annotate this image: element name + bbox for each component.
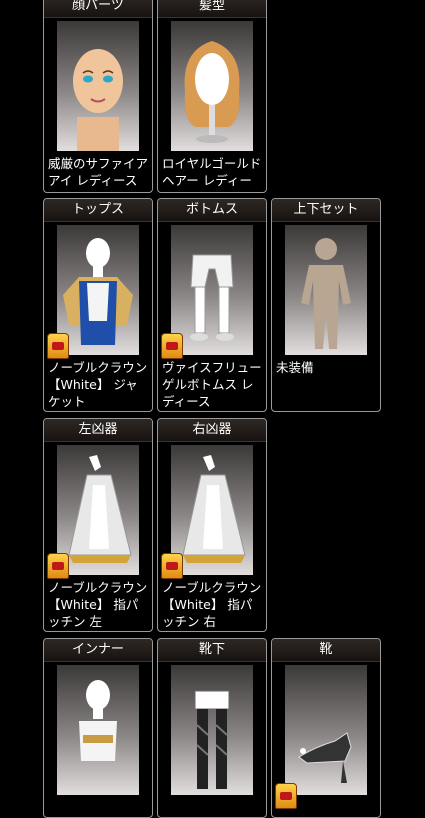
inner-icon bbox=[57, 665, 139, 795]
event-badge-icon bbox=[161, 333, 183, 359]
slot-header: 靴下 bbox=[158, 639, 266, 662]
slot-header: インナー bbox=[44, 639, 152, 662]
slot-card-bottoms[interactable]: ボトムス ヴァイスフリューゲルボトムス レディース bbox=[157, 198, 267, 412]
face-icon bbox=[57, 21, 139, 151]
event-badge-icon bbox=[161, 553, 183, 579]
slot-card-shoes[interactable]: 靴 bbox=[271, 638, 381, 818]
pants-icon bbox=[171, 225, 253, 355]
item-name: ノーブルクラウン 【White】 指パッチン 右 bbox=[162, 580, 262, 629]
slot-header: 上下セット bbox=[272, 199, 380, 222]
slot-header: 顔パーツ bbox=[44, 0, 152, 18]
socks-icon bbox=[171, 665, 253, 795]
slot-card-left-weapon[interactable]: 左凶器 ノーブルクラウン 【White】 指パッチン 左 bbox=[43, 418, 153, 632]
body-silhouette-icon bbox=[285, 225, 367, 355]
slot-card-set[interactable]: 上下セット 未装備 bbox=[271, 198, 381, 412]
slot-header: 右凶器 bbox=[158, 419, 266, 442]
event-badge-icon bbox=[47, 333, 69, 359]
slot-card-face[interactable]: 顔パーツ 威厳のサファイアアイ レディース bbox=[43, 0, 153, 193]
item-name: ノーブルクラウン 【White】 ジャケット bbox=[48, 360, 148, 409]
item-name: ヴァイスフリューゲルボトムス レディース bbox=[162, 360, 262, 409]
slot-header: 靴 bbox=[272, 639, 380, 662]
item-name: 未装備 bbox=[276, 360, 314, 375]
item-name: 威厳のサファイアアイ レディース bbox=[48, 156, 149, 188]
slot-card-hair[interactable]: 髪型 ロイヤルゴールド ヘアー レディース bbox=[157, 0, 267, 193]
slot-card-tops[interactable]: トップス ノーブルクラウン 【White】 ジャケット bbox=[43, 198, 153, 412]
slot-card-right-weapon[interactable]: 右凶器 ノーブルクラウン 【White】 指パッチン 右 bbox=[157, 418, 267, 632]
event-badge-icon bbox=[275, 783, 297, 809]
hair-icon bbox=[171, 21, 253, 151]
slot-header: トップス bbox=[44, 199, 152, 222]
left-weapon-icon bbox=[57, 445, 139, 575]
shoes-icon bbox=[285, 665, 367, 795]
right-weapon-icon bbox=[171, 445, 253, 575]
slot-header: 左凶器 bbox=[44, 419, 152, 442]
slot-card-socks[interactable]: 靴下 bbox=[157, 638, 267, 818]
slot-header: 髪型 bbox=[158, 0, 266, 18]
slot-card-inner[interactable]: インナー bbox=[43, 638, 153, 818]
jacket-icon bbox=[57, 225, 139, 355]
item-name: ロイヤルゴールド ヘアー レディース bbox=[162, 156, 262, 192]
slot-header: ボトムス bbox=[158, 199, 266, 222]
event-badge-icon bbox=[47, 553, 69, 579]
item-name: ノーブルクラウン 【White】 指パッチン 左 bbox=[48, 580, 148, 629]
